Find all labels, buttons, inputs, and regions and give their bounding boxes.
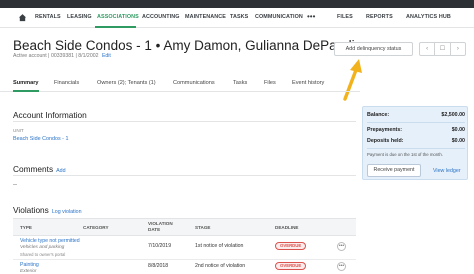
violations-heading: Violations Log violation	[13, 205, 82, 215]
table-row[interactable]: Vehicle type not permitted Vehicles and …	[13, 236, 356, 260]
account-info-heading: Account Information	[13, 110, 87, 120]
nav-associations[interactable]: ASSOCIATIONS	[97, 14, 139, 20]
col-deadline[interactable]: DEADLINE	[275, 225, 298, 230]
overdue-badge: OVERDUE	[275, 262, 307, 270]
nav-more-icon[interactable]: •••	[307, 12, 315, 21]
violation-category-line: Exterior	[20, 269, 37, 274]
violation-category-line: Vehicles and parking	[20, 245, 65, 250]
comments-heading: Comments Add	[13, 164, 66, 174]
edit-link[interactable]: Edit	[102, 53, 111, 59]
balance-value: $2,500.00	[441, 112, 465, 118]
balance-label: Balance:	[367, 112, 390, 118]
balance-row: Balance: $2,500.00	[367, 112, 465, 118]
main-nav: RENTALS LEASING ASSOCIATIONS ACCOUNTING …	[0, 8, 474, 28]
tab-tasks[interactable]: Tasks	[233, 80, 247, 86]
top-dark-bar	[0, 0, 474, 8]
grid-icon[interactable]: ☐	[435, 43, 451, 55]
tab-files[interactable]: Files	[264, 80, 276, 86]
add-delinquency-status-button[interactable]: Add delinquency status	[334, 42, 413, 56]
col-violation-date-1[interactable]: VIOLATION	[148, 221, 173, 226]
next-icon[interactable]: ›	[451, 43, 465, 55]
tab-bar: Summary Financials Owners (2); Tenants (…	[0, 76, 360, 92]
tab-communications[interactable]: Communications	[173, 80, 215, 86]
balance-card: Balance: $2,500.00 Prepayments: $0.00 De…	[362, 106, 468, 180]
nav-communication[interactable]: COMMUNICATION	[255, 14, 303, 20]
violations-title: Violations	[13, 205, 49, 215]
portal-note: Shared to owner's portal	[20, 252, 66, 257]
col-stage[interactable]: STAGE	[195, 225, 210, 230]
nav-maintenance[interactable]: MAINTENANCE	[185, 14, 226, 20]
nav-leasing[interactable]: LEASING	[67, 14, 92, 20]
tab-owners-tenants[interactable]: Owners (2); Tenants (1)	[97, 80, 156, 86]
unit-link[interactable]: Beach Side Condos - 1	[13, 136, 68, 142]
row-menu-icon[interactable]: •••	[337, 242, 346, 251]
violation-date: 8/8/2018	[148, 263, 169, 269]
deposits-row: Deposits held: $0.00	[367, 138, 465, 144]
nav-reports[interactable]: REPORTS	[366, 14, 393, 20]
col-category[interactable]: CATEGORY	[83, 225, 109, 230]
divider	[13, 175, 356, 176]
overdue-badge: OVERDUE	[275, 242, 307, 250]
page-title: Beach Side Condos - 1 • Amy Damon, Gulia…	[13, 38, 355, 53]
tab-active-indicator	[13, 90, 39, 92]
violation-date: 7/10/2019	[148, 243, 172, 249]
nav-analytics-hub[interactable]: ANALYTICS HUB	[406, 14, 451, 20]
log-violation-link[interactable]: Log violation	[52, 209, 82, 215]
violation-stage: 2nd notice of violation	[195, 263, 246, 269]
pager-button-group: ‹ ☐ ›	[419, 42, 466, 56]
receive-payment-button[interactable]: Receive payment	[367, 164, 421, 177]
violation-type-link[interactable]: Painting	[20, 262, 39, 268]
deposits-label: Deposits held:	[367, 138, 404, 144]
payment-due-note: Payment is due on the 1st of the month.	[367, 152, 443, 157]
prepayments-row: Prepayments: $0.00	[367, 127, 465, 133]
divider	[13, 121, 356, 122]
unit-label: UNIT	[13, 128, 24, 133]
account-meta: Active account | 00339381 | 8/1/2002	[13, 53, 99, 59]
nav-accounting[interactable]: ACCOUNTING	[142, 14, 180, 20]
tab-summary[interactable]: Summary	[13, 80, 39, 86]
prepayments-value: $0.00	[451, 127, 465, 133]
row-menu-icon[interactable]: •••	[337, 262, 346, 271]
deposits-value: $0.00	[451, 138, 465, 144]
tab-financials[interactable]: Financials	[54, 80, 79, 86]
table-row[interactable]: Painting Exterior 8/8/2018 2nd notice of…	[13, 260, 356, 274]
nav-rentals[interactable]: RENTALS	[35, 14, 61, 20]
account-subtitle: Active account | 00339381 | 8/1/2002 Edi…	[13, 53, 111, 59]
tab-event-history[interactable]: Event history	[292, 80, 324, 86]
view-ledger-link[interactable]: View ledger	[433, 168, 461, 174]
divider	[367, 122, 465, 123]
col-violation-date-2[interactable]: DATE	[148, 227, 160, 232]
divider	[367, 148, 465, 149]
comments-title: Comments	[13, 164, 54, 174]
prepayments-label: Prepayments:	[367, 127, 403, 133]
violation-stage: 1st notice of violation	[195, 243, 244, 249]
nav-files[interactable]: FILES	[337, 14, 353, 20]
comments-empty: --	[13, 182, 17, 188]
home-icon[interactable]	[18, 13, 27, 22]
nav-tasks[interactable]: TASKS	[230, 14, 248, 20]
previous-icon[interactable]: ‹	[420, 43, 436, 55]
col-type[interactable]: TYPE	[20, 225, 32, 230]
violations-table-header: TYPE CATEGORY VIOLATION DATE STAGE DEADL…	[13, 218, 356, 236]
add-comment-link[interactable]: Add	[56, 168, 65, 174]
nav-active-indicator	[95, 26, 136, 28]
violation-type-link[interactable]: Vehicle type not permitted	[20, 238, 80, 244]
